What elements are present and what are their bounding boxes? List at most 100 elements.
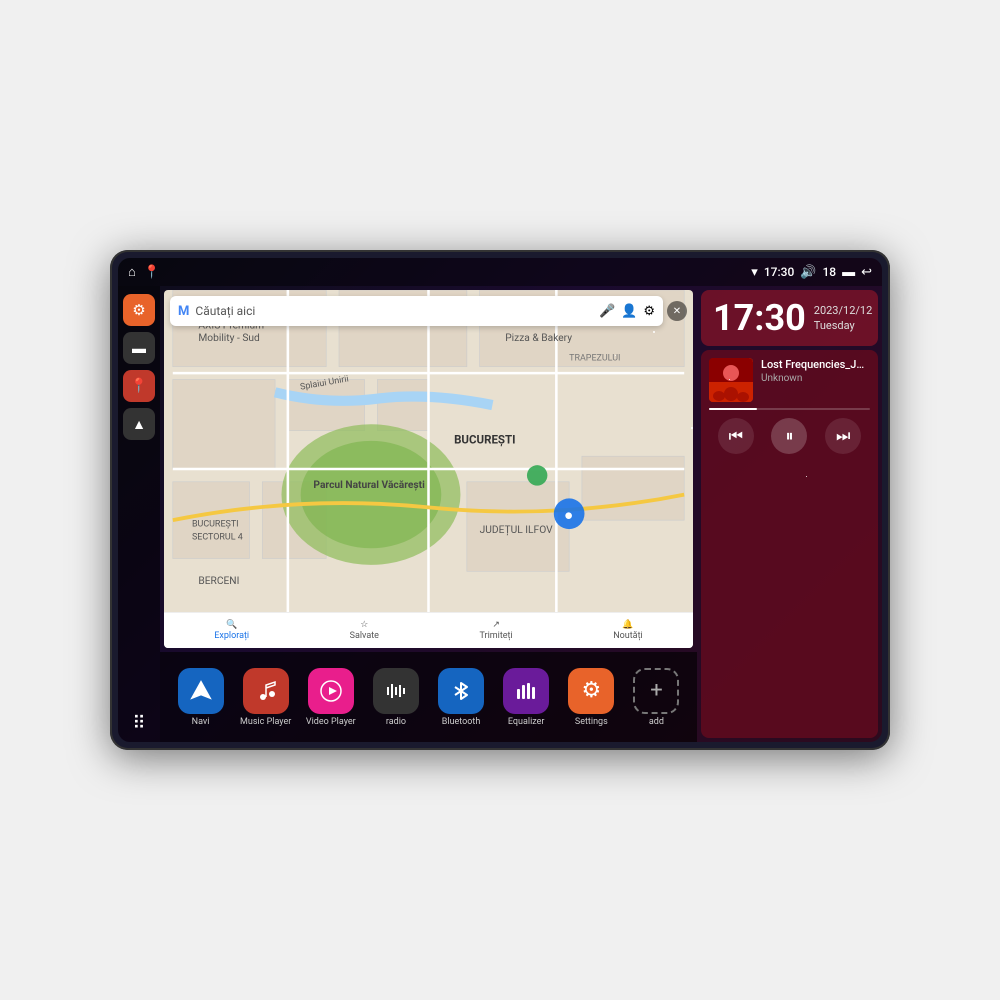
map-news-button[interactable]: 🔔 Noutăți xyxy=(613,620,643,641)
music-artist: Unknown xyxy=(761,373,870,384)
radio-label: radio xyxy=(386,717,406,727)
sidebar-item-maps[interactable]: 📍 xyxy=(123,370,155,402)
share-icon: ↗ xyxy=(492,620,500,630)
music-controls: ⏮ ⏸ ⏭ xyxy=(709,418,870,454)
sidebar: ⚙ ▬ 📍 ▲ ⠿ xyxy=(118,286,160,742)
center-area: AXIS Premium Mobility - Sud Splaiui Unir… xyxy=(160,286,697,742)
map-close-button[interactable]: ✕ xyxy=(667,301,687,321)
news-icon: 🔔 xyxy=(622,620,633,630)
music-progress-bar[interactable] xyxy=(709,408,870,410)
music-player-icon xyxy=(243,668,289,714)
app-music-player[interactable]: Music Player xyxy=(235,668,296,727)
svg-text:BUCUREȘTI: BUCUREȘTI xyxy=(192,520,239,530)
map-saved-button[interactable]: ☆ Salvate xyxy=(350,620,379,641)
google-maps-logo: M xyxy=(178,304,189,319)
video-player-label: Video Player xyxy=(306,717,356,727)
svg-text:●: ● xyxy=(564,506,573,524)
map-explore-button[interactable]: 🔍 Explorați xyxy=(214,620,249,641)
equalizer-label: Equalizer xyxy=(508,717,545,727)
app-grid: Navi Music Player Video Player xyxy=(160,652,697,742)
volume-icon: 🔊 xyxy=(800,265,816,280)
app-settings[interactable]: ⚙ Settings xyxy=(561,668,622,727)
main-content: ⚙ ▬ 📍 ▲ ⠿ xyxy=(118,286,882,742)
app-navi[interactable]: Navi xyxy=(170,668,231,727)
svg-text:JUDEȚUL ILFOV: JUDEȚUL ILFOV xyxy=(480,525,553,536)
settings-icon: ⚙ xyxy=(568,668,614,714)
app-equalizer[interactable]: Equalizer xyxy=(496,668,557,727)
app-radio[interactable]: radio xyxy=(365,668,426,727)
status-bar: ⌂ 📍 ▾ 17:30 🔊 18 ▬ ↩ xyxy=(118,258,882,286)
settings-label: Settings xyxy=(575,717,608,727)
music-text: Lost Frequencies_Janie... Unknown xyxy=(761,358,870,384)
home-icon[interactable]: ⌂ xyxy=(128,264,136,280)
album-art xyxy=(709,358,753,402)
nav-icon: ▲ xyxy=(132,416,146,433)
play-pause-button[interactable]: ⏸ xyxy=(771,418,807,454)
add-icon: + xyxy=(633,668,679,714)
battery-icon: ▬ xyxy=(842,264,855,280)
svg-text:TRAPEZULUI: TRAPEZULUI xyxy=(569,353,620,363)
map-bottom-bar: 🔍 Explorați ☆ Salvate ↗ Trimiteți xyxy=(164,612,693,648)
map-share-button[interactable]: ↗ Trimiteți xyxy=(479,620,512,641)
clock-date: 2023/12/12 Tuesday xyxy=(814,303,873,334)
navi-icon xyxy=(178,668,224,714)
news-label: Noutăți xyxy=(613,631,643,641)
back-icon[interactable]: ↩ xyxy=(861,265,872,280)
music-progress-fill xyxy=(709,408,757,410)
map-background: AXIS Premium Mobility - Sud Splaiui Unir… xyxy=(164,290,693,648)
music-player-label: Music Player xyxy=(240,717,291,727)
add-label: add xyxy=(649,717,664,727)
settings-map-icon[interactable]: ⚙ xyxy=(643,304,655,319)
clock-widget: 17:30 2023/12/12 Tuesday xyxy=(701,290,878,346)
prev-button[interactable]: ⏮ xyxy=(718,418,754,454)
microphone-icon[interactable]: 🎤 xyxy=(599,304,615,319)
equalizer-icon xyxy=(503,668,549,714)
map-container[interactable]: AXIS Premium Mobility - Sud Splaiui Unir… xyxy=(164,290,693,648)
music-widget: Lost Frequencies_Janie... Unknown ⏮ ⏸ ⏭ xyxy=(701,350,878,738)
clock-date-value: 2023/12/12 xyxy=(814,303,873,318)
device: ⌂ 📍 ▾ 17:30 🔊 18 ▬ ↩ ⚙ ▬ xyxy=(110,250,890,750)
svg-text:Parcul Natural Văcărești: Parcul Natural Văcărești xyxy=(313,480,425,491)
explore-label: Explorați xyxy=(214,631,249,641)
navi-label: Navi xyxy=(192,717,210,727)
bluetooth-icon xyxy=(438,668,484,714)
map-svg: AXIS Premium Mobility - Sud Splaiui Unir… xyxy=(164,290,693,648)
svg-text:Mobility - Sud: Mobility - Sud xyxy=(198,333,260,344)
svg-text:Pizza & Bakery: Pizza & Bakery xyxy=(505,333,572,344)
video-player-icon xyxy=(308,668,354,714)
clock-time: 17:30 xyxy=(713,300,806,336)
search-placeholder[interactable]: Căutați aici xyxy=(195,304,593,318)
sidebar-item-navigation[interactable]: ▲ xyxy=(123,408,155,440)
app-add[interactable]: + add xyxy=(626,668,687,727)
clock-day: Tuesday xyxy=(814,318,873,333)
app-bluetooth[interactable]: Bluetooth xyxy=(431,668,492,727)
wifi-icon: ▾ xyxy=(751,265,758,280)
grid-icon: ⠿ xyxy=(132,713,145,734)
saved-label: Salvate xyxy=(350,631,379,641)
svg-text:BERCENI: BERCENI xyxy=(198,576,239,587)
map-search-bar[interactable]: M Căutați aici 🎤 👤 ⚙ xyxy=(170,296,663,326)
map-pin-icon: 📍 xyxy=(144,265,160,280)
status-left: ⌂ 📍 xyxy=(128,264,160,280)
apps-grid-button[interactable]: ⠿ xyxy=(132,713,145,734)
music-info: Lost Frequencies_Janie... Unknown xyxy=(709,358,870,402)
screen: ⌂ 📍 ▾ 17:30 🔊 18 ▬ ↩ ⚙ ▬ xyxy=(118,258,882,742)
map-icon: 📍 xyxy=(130,378,147,394)
svg-text:SECTORUL 4: SECTORUL 4 xyxy=(192,532,243,542)
next-button[interactable]: ⏭ xyxy=(825,418,861,454)
sidebar-item-files[interactable]: ▬ xyxy=(123,332,155,364)
map-search-overlay: M Căutați aici 🎤 👤 ⚙ ✕ xyxy=(170,296,687,326)
account-icon[interactable]: 👤 xyxy=(621,304,637,319)
radio-icon xyxy=(373,668,419,714)
sidebar-item-settings[interactable]: ⚙ xyxy=(123,294,155,326)
share-label: Trimiteți xyxy=(479,631,512,641)
right-panel: 17:30 2023/12/12 Tuesday xyxy=(697,286,882,742)
saved-icon: ☆ xyxy=(360,620,368,630)
bluetooth-label: Bluetooth xyxy=(442,717,481,727)
svg-text:BUCUREȘTI: BUCUREȘTI xyxy=(454,432,515,446)
gear-icon: ⚙ xyxy=(132,301,145,319)
status-right: ▾ 17:30 🔊 18 ▬ ↩ xyxy=(751,264,872,280)
app-video-player[interactable]: Video Player xyxy=(300,668,361,727)
files-icon: ▬ xyxy=(132,340,146,357)
explore-icon: 🔍 xyxy=(226,620,237,630)
